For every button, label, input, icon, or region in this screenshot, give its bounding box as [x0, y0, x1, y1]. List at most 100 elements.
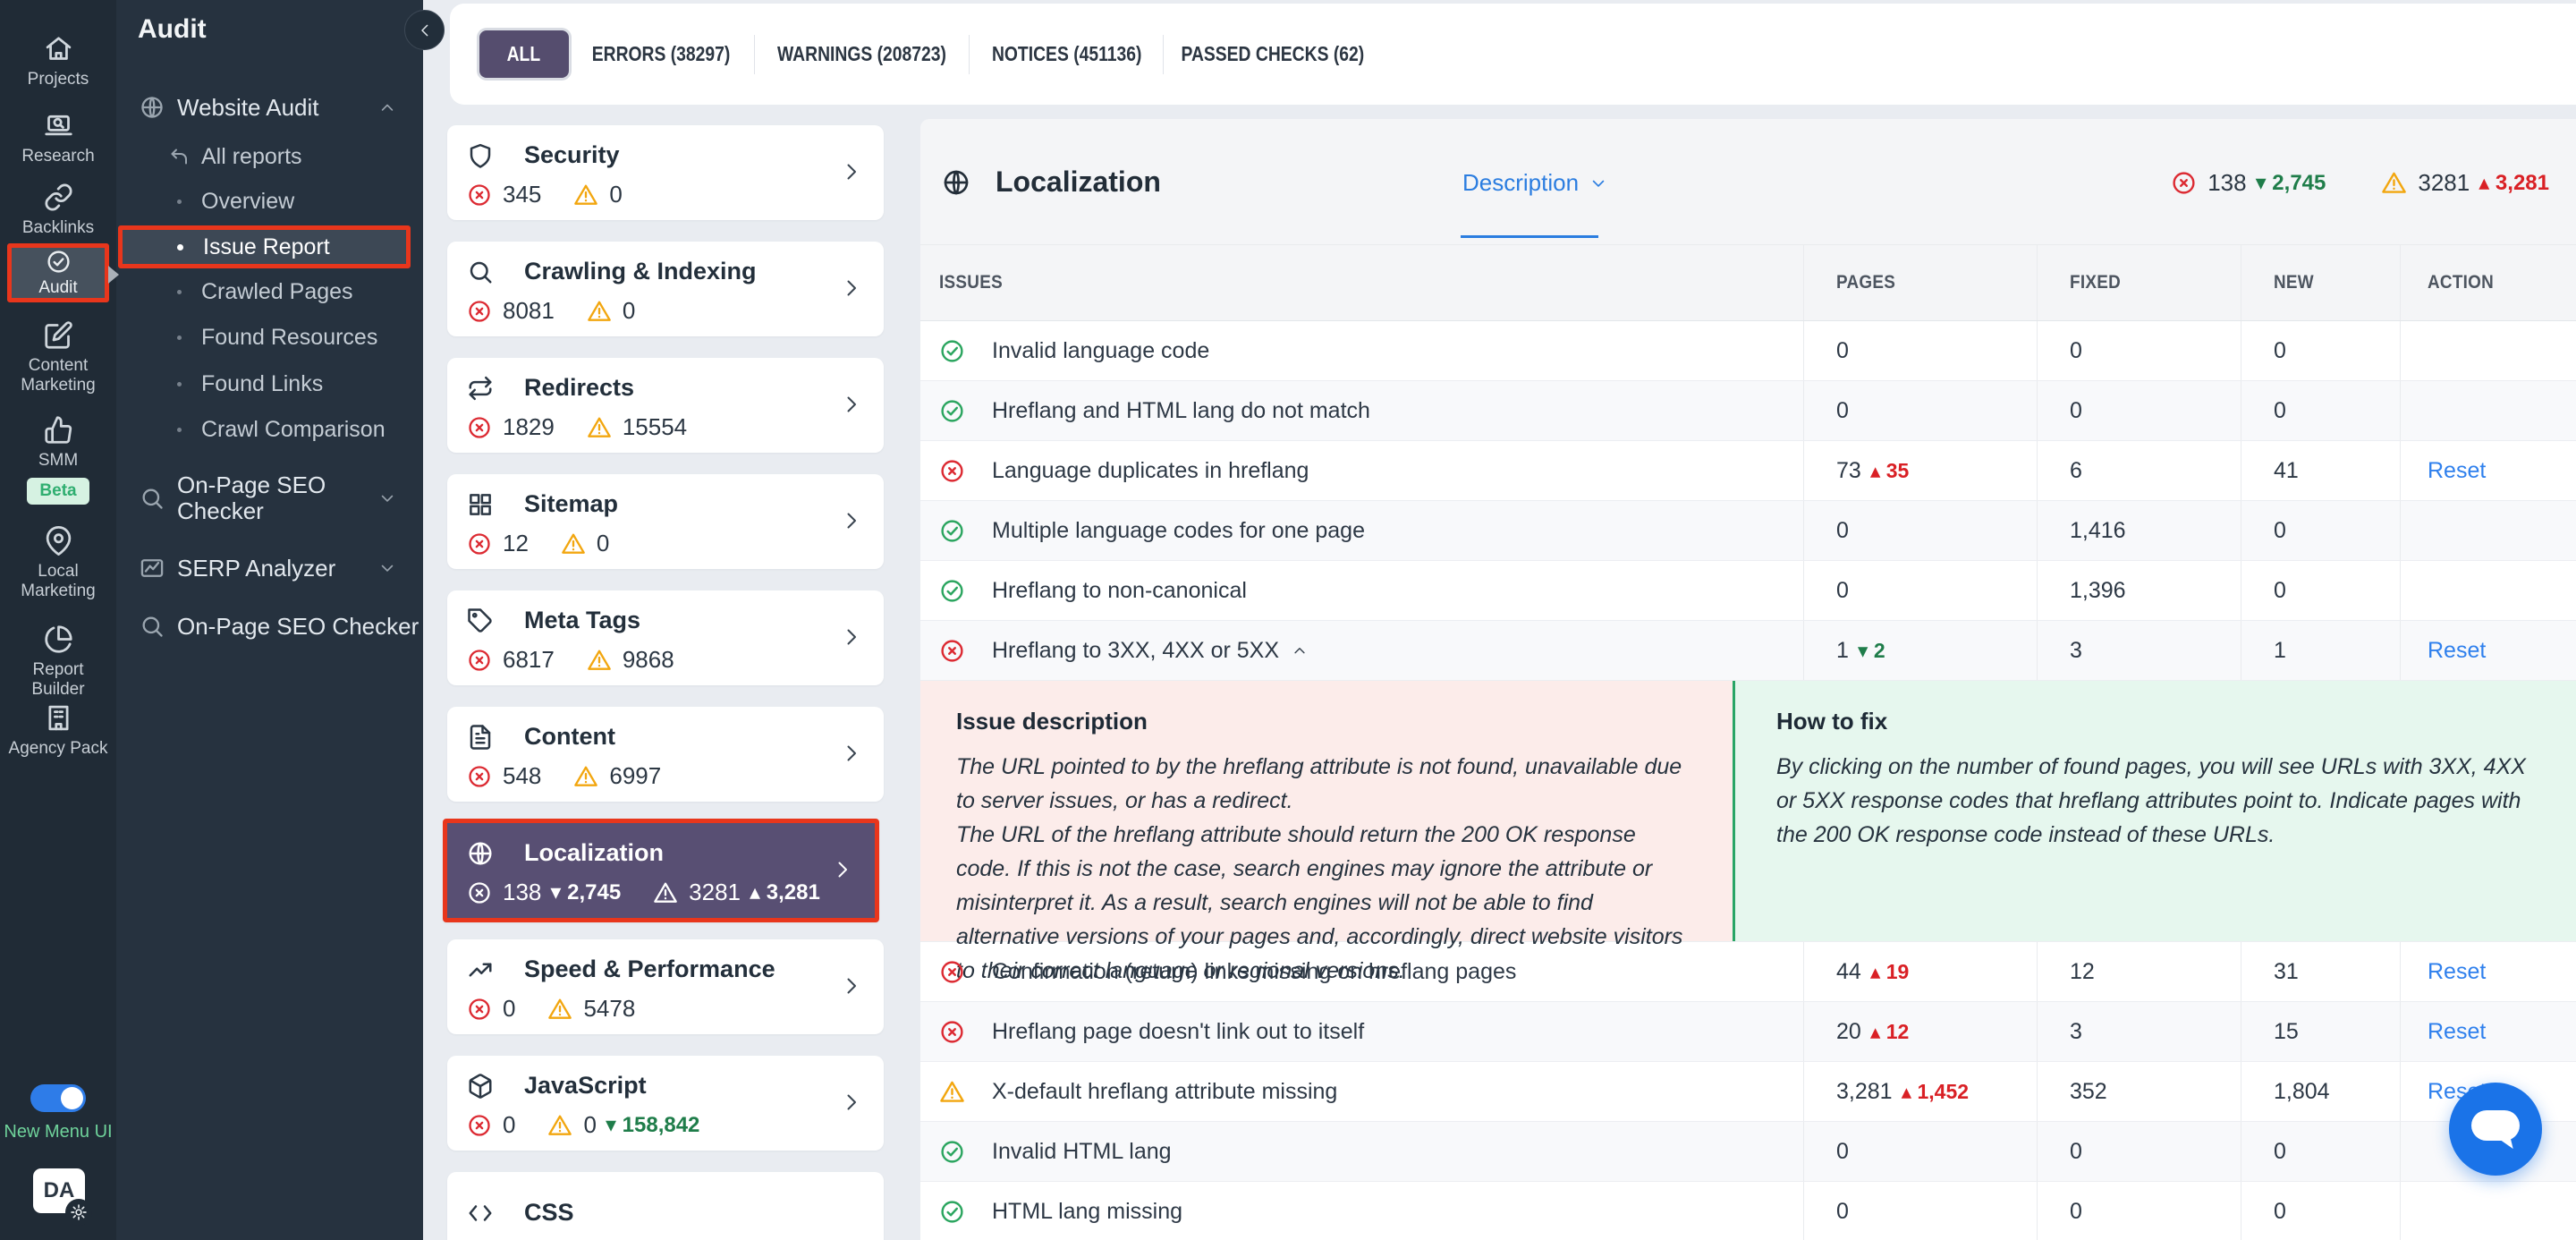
menu-item-crawl-comparison[interactable]: Crawl Comparison	[116, 412, 423, 446]
tab-errors[interactable]: ERRORS (38297)	[568, 34, 754, 74]
category-card-crawling-indexing[interactable]: Crawling & Indexing 8081 0	[447, 242, 884, 336]
category-card-javascript[interactable]: JavaScript 0 0 ▾ 158,842	[447, 1056, 884, 1151]
table-row[interactable]: Hreflang page doesn't link out to itself…	[920, 1002, 2576, 1062]
menu-item-on-page-seo-checker-2[interactable]: On-Page SEO Checker	[116, 608, 423, 644]
how-to-fix-text: By clicking on the number of found pages…	[1776, 754, 2526, 847]
error-count: 0	[503, 995, 516, 1022]
sidebar-item-label: Research	[21, 147, 95, 166]
category-name: Speed & Performance	[524, 955, 775, 982]
tab-warnings[interactable]: WARNINGS (208723)	[753, 34, 970, 74]
new-value: 41	[2274, 457, 2299, 483]
menu-item-website-audit[interactable]: Website Audit	[116, 89, 423, 125]
error-count: 345	[503, 181, 542, 208]
tag-icon	[467, 607, 494, 634]
tab-all[interactable]: ALL	[479, 30, 569, 78]
category-card-security[interactable]: Security 345 0	[447, 125, 884, 220]
table-row[interactable]: Invalid HTML lang 0 0 0	[920, 1122, 2576, 1182]
menu-item-on-page-seo-checker[interactable]: On-Page SEO Checker	[116, 467, 423, 530]
category-card-content[interactable]: Content 548 6997	[447, 707, 884, 802]
sidebar-item-research[interactable]: Research	[0, 111, 116, 166]
chevron-right-icon	[832, 859, 853, 880]
warning-delta: ▴ 3,281	[2479, 171, 2549, 195]
table-row[interactable]: Confirmation (return) links missing on h…	[920, 942, 2576, 1002]
success-icon	[939, 338, 965, 364]
warning-icon	[587, 415, 612, 440]
menu-item-serp-analyzer[interactable]: SERP Analyzer	[116, 550, 423, 586]
category-card-localization-selected[interactable]: Localization 138 ▾ 2,745 3281 ▴ 3,281	[443, 819, 879, 922]
issue-label: Invalid HTML lang	[992, 1138, 1172, 1164]
warning-count: 15554	[622, 413, 688, 440]
warning-count: 0	[609, 181, 623, 208]
new-value: 1	[2274, 637, 2286, 663]
issue-filter-tabs: ALL ERRORS (38297) WARNINGS (208723) NOT…	[450, 4, 1382, 105]
sidebar-item-smm[interactable]: SMM Beta	[0, 415, 116, 505]
error-icon	[939, 1019, 965, 1045]
menu-item-crawled-pages[interactable]: Crawled Pages	[116, 275, 423, 309]
table-row[interactable]: Multiple language codes for one page 0 1…	[920, 501, 2576, 561]
warning-icon	[2381, 170, 2407, 196]
error-delta: ▾ 2,745	[550, 880, 622, 905]
collapse-chevron-up-icon[interactable]	[1292, 642, 1308, 658]
pages-value: 44	[1836, 958, 1861, 984]
table-row-expanded[interactable]: Hreflang to 3XX, 4XX or 5XX 1 ▾ 2 3 1 Res…	[920, 621, 2576, 681]
sidebar-item-projects[interactable]: Projects	[0, 34, 116, 89]
sidebar-item-label: Projects	[27, 70, 89, 89]
chat-widget-button[interactable]	[2449, 1083, 2542, 1176]
warning-icon	[939, 1079, 965, 1105]
tab-notices[interactable]: NOTICES (451136)	[969, 34, 1163, 74]
tab-passed-checks-label: PASSED CHECKS (62)	[1181, 42, 1365, 65]
reset-link[interactable]: Reset	[2428, 959, 2486, 985]
pages-value: 0	[1836, 517, 1849, 543]
new-value: 0	[2274, 577, 2286, 603]
sidebar-item-content-marketing[interactable]: Content Marketing	[0, 320, 116, 395]
pages-delta: ▴ 35	[1869, 458, 1910, 482]
reset-link[interactable]: Reset	[2428, 458, 2486, 484]
reset-link[interactable]: Reset	[2428, 638, 2486, 664]
search-icon	[467, 259, 494, 285]
category-name: Sitemap	[524, 490, 619, 517]
chat-bubble-icon	[2471, 1110, 2520, 1141]
reset-link[interactable]: Reset	[2428, 1019, 2486, 1045]
tab-errors-label: ERRORS (38297)	[592, 42, 731, 65]
description-dropdown[interactable]: Description	[1462, 169, 1607, 197]
category-card-speed-performance[interactable]: Speed & Performance 0 5478	[447, 939, 884, 1034]
category-card-css[interactable]: CSS	[447, 1172, 884, 1240]
fixed-value: 12	[2070, 958, 2095, 984]
menu-item-all-reports[interactable]: All reports	[116, 140, 423, 174]
settings-gear-button[interactable]	[65, 1199, 92, 1226]
warning-count: 5478	[583, 995, 636, 1022]
category-card-meta-tags[interactable]: Meta Tags 6817 9868	[447, 590, 884, 685]
category-card-redirects[interactable]: Redirects 1829 15554	[447, 358, 884, 453]
fixed-value: 1,396	[2070, 577, 2126, 603]
sidebar-item-report-builder[interactable]: Report Builder	[0, 624, 116, 700]
error-count: 8081	[503, 297, 555, 324]
sidebar-item-backlinks[interactable]: Backlinks	[0, 183, 116, 238]
menu-item-overview[interactable]: Overview	[116, 184, 423, 218]
issue-detail-expansion: Issue description The URL pointed to by …	[920, 681, 2576, 983]
table-row[interactable]: X-default hreflang attribute missing 3,2…	[920, 1062, 2576, 1122]
tab-passed-checks[interactable]: PASSED CHECKS (62)	[1163, 34, 1382, 74]
menu-item-label: Website Audit	[177, 93, 319, 121]
issue-label: Multiple language codes for one page	[992, 517, 1365, 543]
chevron-right-icon	[841, 626, 862, 648]
sidebar-item-audit-selected[interactable]: Audit	[7, 243, 109, 302]
local-marketing-pin-icon	[44, 526, 73, 556]
new-menu-ui-toggle[interactable]	[30, 1084, 86, 1112]
bullet-dot	[177, 289, 182, 294]
menu-item-found-links[interactable]: Found Links	[116, 367, 423, 401]
table-row[interactable]: Hreflang to non-canonical 0 1,396 0	[920, 561, 2576, 621]
pages-value: 0	[1836, 1138, 1849, 1164]
category-card-sitemap[interactable]: Sitemap 12 0	[447, 474, 884, 569]
category-name: CSS	[524, 1199, 574, 1226]
table-row[interactable]: Invalid language code 0 0 0	[920, 321, 2576, 381]
sidebar-item-agency-pack[interactable]: Agency Pack	[0, 703, 116, 759]
table-row[interactable]: Language duplicates in hreflang 73 ▴ 35 6…	[920, 441, 2576, 501]
table-row[interactable]: Hreflang and HTML lang do not match 0 0 …	[920, 381, 2576, 441]
success-icon	[939, 578, 965, 604]
table-row[interactable]: HTML lang missing 0 0 0	[920, 1182, 2576, 1240]
pages-value: 20	[1836, 1018, 1861, 1044]
menu-item-issue-report-selected[interactable]: Issue Report	[118, 225, 411, 268]
sidebar-item-local-marketing[interactable]: Local Marketing	[0, 526, 116, 601]
sidebar-collapse-button[interactable]	[404, 10, 445, 50]
menu-item-found-resources[interactable]: Found Resources	[116, 320, 423, 354]
